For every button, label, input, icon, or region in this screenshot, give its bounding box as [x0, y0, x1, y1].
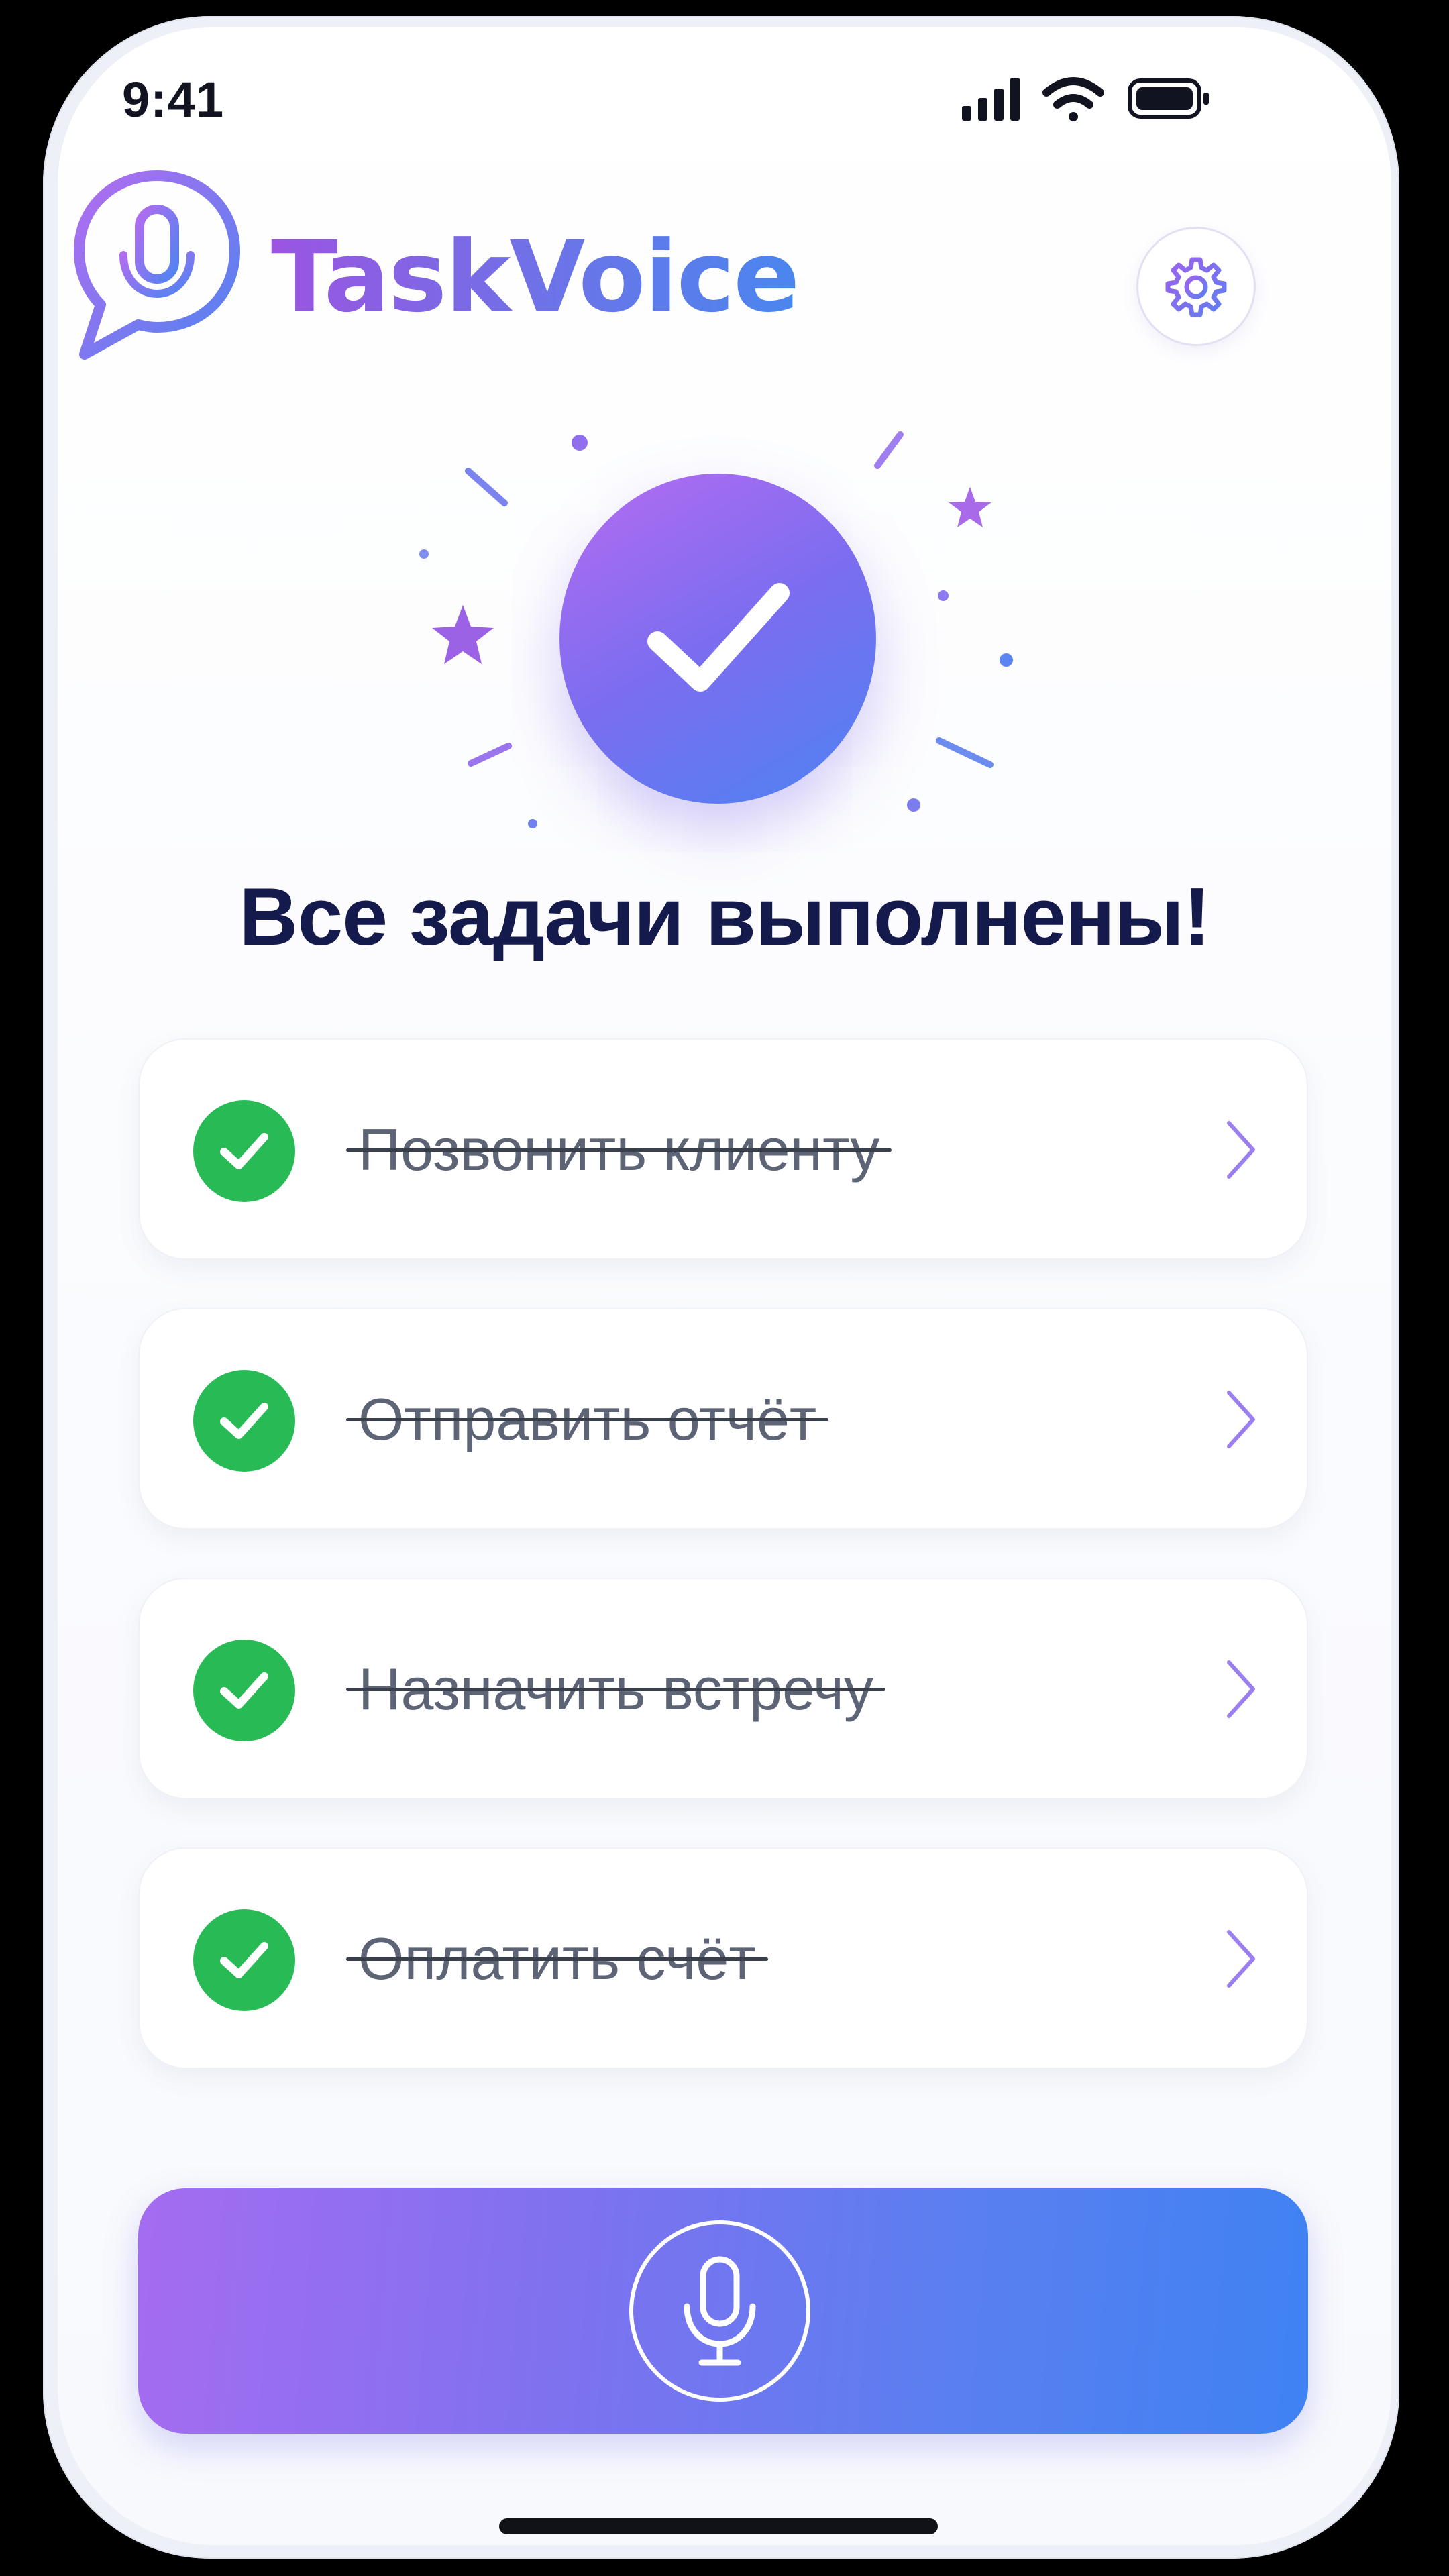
- checkmark-icon: [220, 1133, 268, 1169]
- confetti-dot: [528, 819, 537, 828]
- task-title: Позвонить клиенту: [345, 1110, 892, 1190]
- status-icons: [962, 77, 1209, 121]
- checkmark-icon: [647, 583, 790, 692]
- gear-icon: [1165, 257, 1227, 317]
- confetti-dot: [419, 549, 429, 559]
- checkmark-icon: [220, 1403, 268, 1439]
- microphone-icon: [684, 2256, 756, 2366]
- confetti-dot: [1000, 653, 1013, 667]
- task-title: Отправить отчёт: [345, 1379, 829, 1460]
- chevron-right-icon[interactable]: [1216, 1649, 1263, 1729]
- task-complete-checkbox[interactable]: [193, 1100, 295, 1202]
- task-title: Оплатить счёт: [346, 1919, 768, 1999]
- star-icon: [949, 487, 991, 527]
- chevron-right-icon[interactable]: [1216, 1919, 1263, 1999]
- wifi-icon: [1042, 77, 1104, 121]
- checkmark-icon: [220, 1672, 268, 1709]
- cellular-signal-icon: [962, 78, 1020, 121]
- completion-headline: Все задачи выполнены!: [239, 871, 1210, 962]
- task-complete-checkbox[interactable]: [193, 1370, 295, 1472]
- checkmark-icon: [220, 1942, 268, 1978]
- chevron-right-icon[interactable]: [1216, 1379, 1263, 1460]
- confetti-dash: [465, 468, 508, 506]
- task-list: Позвонить клиенту Отправить отчёт Назнач…: [138, 1038, 1308, 2117]
- confetti-dot: [938, 590, 949, 601]
- chevron-right-icon[interactable]: [1216, 1110, 1263, 1190]
- task-item[interactable]: Позвонить клиенту: [138, 1038, 1308, 1260]
- task-item[interactable]: Оплатить счёт: [138, 1847, 1308, 2069]
- confetti-dot: [907, 798, 920, 812]
- confetti-dash: [874, 431, 904, 469]
- record-button[interactable]: [629, 2220, 810, 2402]
- settings-button[interactable]: [1136, 227, 1256, 346]
- app-title: TaskVoice: [271, 220, 800, 334]
- battery-icon: [1128, 78, 1209, 119]
- all-done-badge: [559, 474, 876, 804]
- task-item[interactable]: Назначить встречу: [138, 1578, 1308, 1799]
- voice-input-bar[interactable]: [138, 2188, 1308, 2434]
- confetti-dot: [572, 435, 588, 451]
- home-indicator[interactable]: [499, 2518, 938, 2534]
- task-complete-checkbox[interactable]: [193, 1640, 295, 1741]
- confetti-dash: [936, 737, 994, 768]
- task-item[interactable]: Отправить отчёт: [138, 1308, 1308, 1529]
- task-title: Назначить встречу: [346, 1649, 885, 1729]
- star-icon: [432, 605, 494, 664]
- microphone-speech-bubble-icon: [74, 170, 240, 360]
- status-time: 9:41: [122, 72, 225, 127]
- task-complete-checkbox[interactable]: [193, 1909, 295, 2011]
- confetti-dash: [468, 743, 512, 767]
